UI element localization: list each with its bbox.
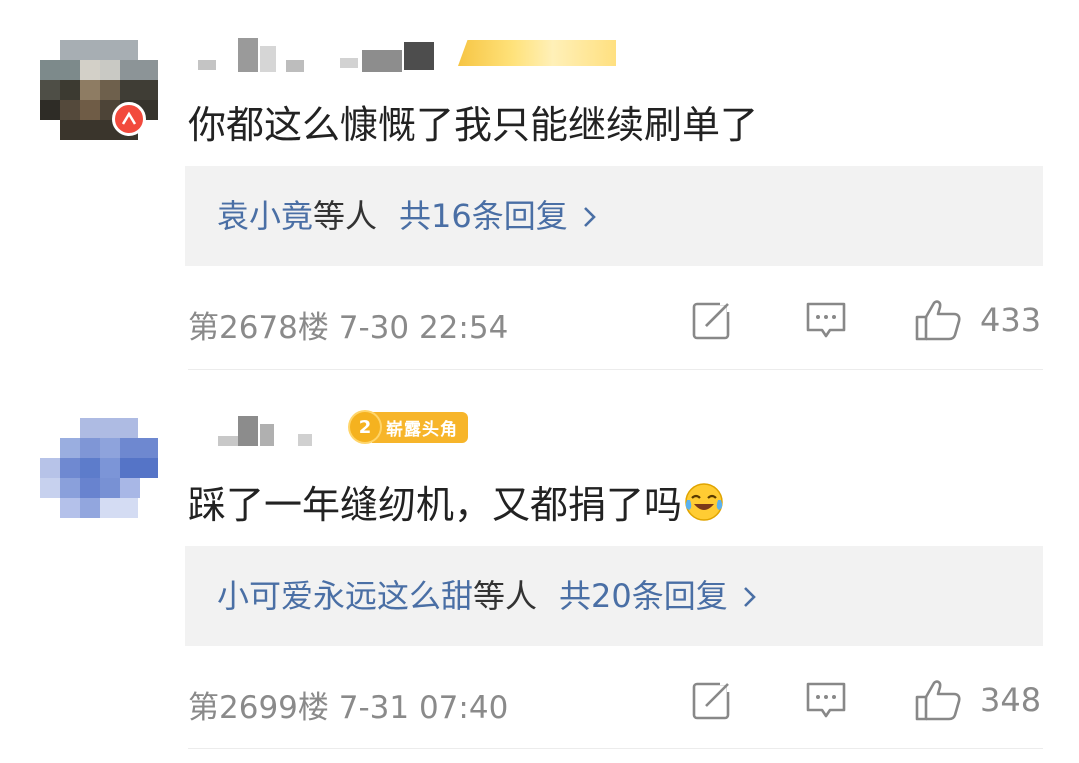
divider xyxy=(188,748,1043,749)
like-count: 433 xyxy=(980,301,1042,339)
replies-preview[interactable]: 小可爱永远这么甜等人 共20条回复 xyxy=(185,546,1043,646)
reply-user-name[interactable]: 袁小竟 xyxy=(217,197,313,235)
floor-and-time: 第2678楼 7-30 22:54 xyxy=(188,310,509,346)
reply-count-link[interactable]: 共20条回复 xyxy=(559,577,728,615)
reply-suffix: 等人 xyxy=(473,577,538,615)
share-edit-icon xyxy=(692,299,733,340)
divider xyxy=(188,369,1043,370)
floor-and-time: 第2699楼 7-31 07:40 xyxy=(188,690,509,726)
thumbs-up-icon xyxy=(915,680,961,721)
medal-level: 2 xyxy=(350,412,380,442)
reply-suffix: 等人 xyxy=(313,197,378,235)
reply-count-link[interactable]: 共16条回复 xyxy=(399,197,568,235)
medal-label: 崭露头角 xyxy=(372,411,468,443)
like-count: 348 xyxy=(980,681,1042,719)
reply-user-name[interactable]: 小可爱永远这么甜 xyxy=(217,577,473,615)
comment-button[interactable] xyxy=(804,295,848,345)
verified-badge-icon xyxy=(112,102,146,136)
like-button[interactable]: 433 xyxy=(914,295,1041,345)
thumbs-up-icon xyxy=(915,300,961,341)
avatar[interactable] xyxy=(40,40,158,158)
share-button[interactable] xyxy=(690,675,734,725)
comment-button[interactable] xyxy=(804,675,848,725)
share-edit-icon xyxy=(692,679,733,720)
laughing-crying-emoji-icon xyxy=(685,483,723,521)
comment-item: 你都这么慷慨了我只能继续刷单了 袁小竟等人 共16条回复 第2678楼 7-30 … xyxy=(0,0,1079,370)
vip-badge xyxy=(458,40,616,66)
share-button[interactable] xyxy=(690,295,734,345)
fan-medal-badge: 2 崭露头角 xyxy=(350,410,468,444)
comment-text: 踩了一年缝纫机，又都捐了吗 xyxy=(188,474,724,529)
comment-text-content: 踩了一年缝纫机，又都捐了吗 xyxy=(188,483,683,527)
chevron-right-icon xyxy=(742,548,758,648)
comment-icon xyxy=(806,682,846,718)
replies-preview[interactable]: 袁小竟等人 共16条回复 xyxy=(185,166,1043,266)
avatar[interactable] xyxy=(40,418,158,536)
chevron-right-icon xyxy=(582,168,598,268)
comment-item: 2 崭露头角 踩了一年缝纫机，又都捐了吗 小可爱永远这么甜等人 共20条回复 第2… xyxy=(0,380,1079,763)
comment-text: 你都这么慷慨了我只能继续刷单了 xyxy=(188,103,759,147)
like-button[interactable]: 348 xyxy=(914,675,1041,725)
comment-icon xyxy=(806,302,846,338)
